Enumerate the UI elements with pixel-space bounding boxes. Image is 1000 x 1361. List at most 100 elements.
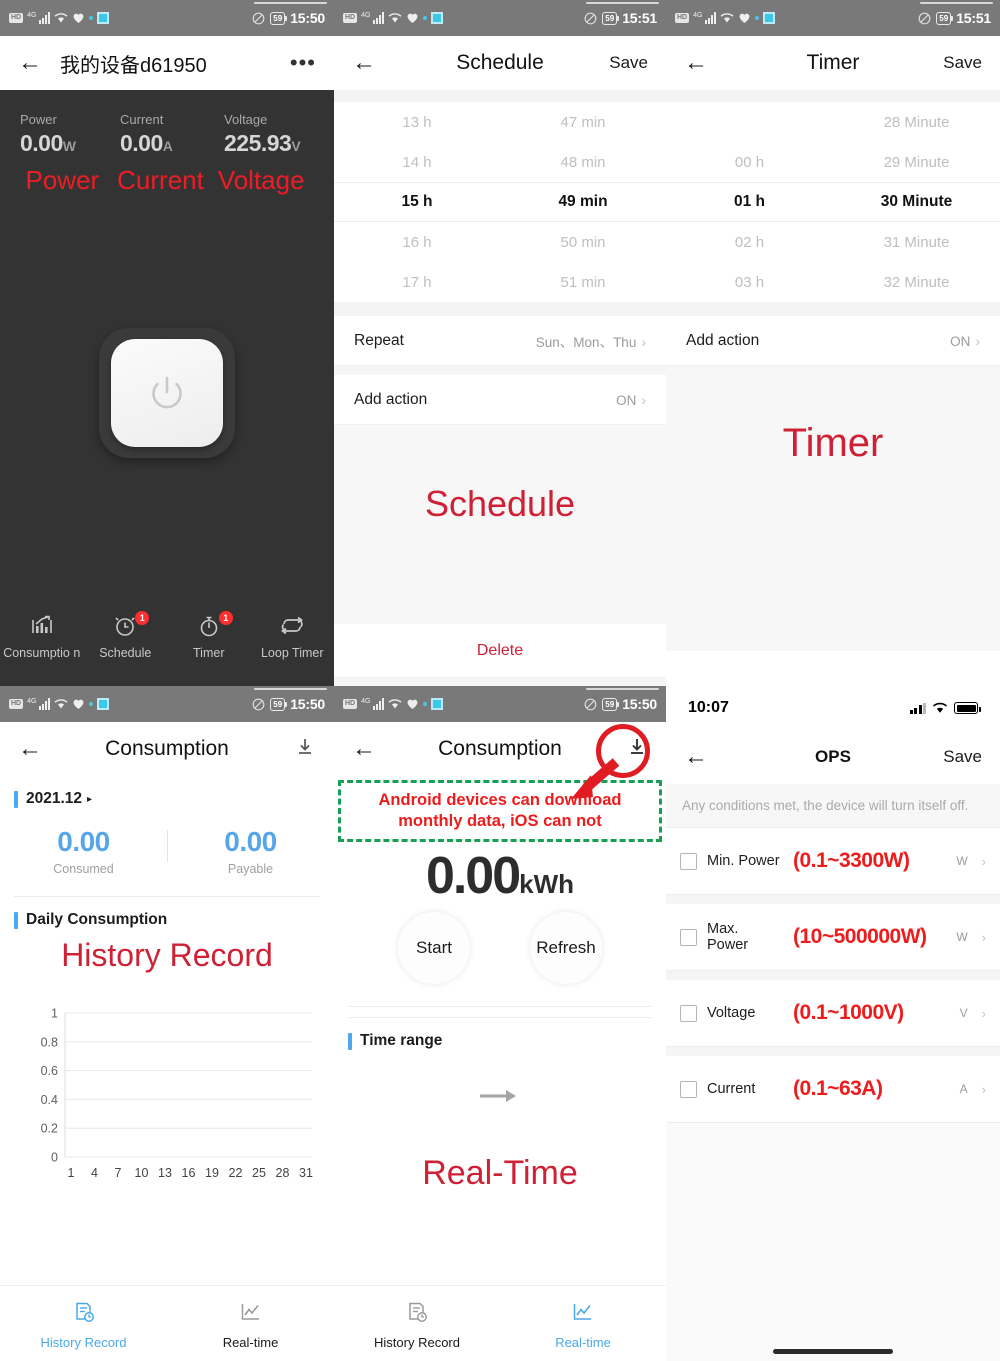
dot-icon — [89, 702, 94, 706]
ops-navbar: ← OPS Save — [666, 730, 1000, 784]
picker-row[interactable]: 28 Minute — [666, 102, 1000, 142]
tab-history-record[interactable]: History Record — [0, 1301, 167, 1350]
ops-row-max-power[interactable]: Max. Power (10~500000W) W › — [666, 904, 1000, 971]
checkbox[interactable] — [680, 852, 697, 870]
schedule-time-picker[interactable]: 13 h 47 min 14 h 48 min 15 h 49 min 16 h… — [334, 90, 666, 316]
tab-label: Real-time — [222, 1335, 279, 1350]
metric-value: 0.00A — [120, 130, 216, 157]
repeat-row[interactable]: Repeat Sun、Mon、Thu › — [334, 316, 666, 366]
ops-row-range: (0.1~63A) — [793, 1077, 883, 1100]
add-action-row[interactable]: Add action ON › — [334, 375, 666, 425]
realtime-chart-icon — [241, 1304, 259, 1320]
save-button[interactable]: Save — [609, 53, 648, 73]
hd-icon: HD — [9, 699, 24, 709]
android-status-bar: HD 4G 59 15:50 — [0, 686, 334, 722]
tab-history-record[interactable]: History Record — [334, 1301, 500, 1350]
more-options-button[interactable]: ••• — [290, 52, 316, 74]
back-button[interactable]: ← — [684, 745, 714, 769]
metric-number: 0.00 — [20, 130, 63, 156]
timer-duration-picker[interactable]: 28 Minute 00 h 29 Minute 01 h 30 Minute … — [666, 90, 1000, 316]
signal-icon — [705, 12, 717, 24]
total-consumed: 0.00 Consumed — [0, 826, 167, 876]
annotation-arrow — [571, 758, 620, 799]
delete-button[interactable]: Delete — [334, 624, 666, 678]
checkbox[interactable] — [680, 1080, 697, 1098]
picker-row-selected[interactable]: 15 h 49 min — [334, 182, 666, 222]
back-button[interactable]: ← — [352, 737, 382, 761]
wifi-icon — [55, 13, 68, 23]
picker-row[interactable]: 17 h 51 min — [334, 262, 666, 302]
overlay-label-schedule: Schedule — [424, 483, 576, 524]
back-button[interactable]: ← — [18, 737, 48, 761]
nav-item-label: Schedule — [99, 646, 152, 660]
hd-icon: HD — [343, 13, 358, 23]
checkbox[interactable] — [680, 928, 697, 946]
power-button[interactable] — [99, 328, 235, 458]
back-button[interactable]: ← — [18, 51, 48, 75]
picker-row[interactable]: 16 h 50 min — [334, 222, 666, 262]
checkbox[interactable] — [680, 1004, 697, 1022]
start-button[interactable]: Start — [398, 912, 470, 984]
dot-icon — [423, 16, 428, 20]
chart-svg: 1 0.8 0.6 0.4 0.2 0 1 4 7 10 13 16 19 22 25 28 31 — [41, 1007, 313, 1181]
page-title: Consumption — [105, 737, 229, 760]
nav-item-loop-timer[interactable]: Loop Timer — [251, 614, 335, 661]
screenshot-grid: HD 4G 59 15:50 ← 我的设备d61950 ••• Power 0.… — [0, 0, 1000, 1361]
tab-real-time[interactable]: Real-time — [167, 1301, 334, 1350]
daily-consumption-chart: History Record 1 0.8 0.6 0.4 0.2 0 1 4 7 10 13 16 1… — [0, 937, 334, 1195]
ops-row-current[interactable]: Current (0.1~63A) A › — [666, 1056, 1000, 1123]
picker-row[interactable]: 03 h 32 Minute — [666, 262, 1000, 302]
refresh-button[interactable]: Refresh — [530, 912, 602, 984]
power-icon — [152, 376, 182, 409]
realtime-chart-icon — [573, 1304, 591, 1320]
picker-bottom-shade — [334, 302, 666, 316]
panel-ops: 10:07 ← OPS Save Any conditions met, the… — [666, 686, 1000, 1361]
month-selector[interactable]: 2021.12 ▸ — [0, 776, 334, 816]
picker-row[interactable]: 00 h 29 Minute — [666, 142, 1000, 182]
ops-row-voltage[interactable]: Voltage (0.1~1000V) V › — [666, 980, 1000, 1047]
picker-row[interactable]: 02 h 31 Minute — [666, 222, 1000, 262]
metric-label: Power — [20, 112, 57, 127]
nav-item-consumption[interactable]: Consumptio n — [0, 614, 84, 661]
wifi-icon — [389, 13, 402, 23]
svg-text:22: 22 — [229, 1166, 243, 1180]
battery-icon: 59 — [270, 697, 288, 711]
picker-row[interactable]: 14 h 48 min — [334, 142, 666, 182]
signal-icon — [373, 698, 385, 710]
hd-icon: HD — [9, 13, 24, 23]
row-separator — [334, 366, 666, 375]
nav-item-timer[interactable]: 1 Timer — [167, 611, 251, 661]
svg-text:7: 7 — [115, 1166, 122, 1180]
schedule-badge: 1 — [135, 611, 150, 625]
device-navbar: ← 我的设备d61950 ••• — [0, 36, 334, 90]
save-button[interactable]: Save — [943, 747, 982, 767]
ops-row-min-power[interactable]: Min. Power (0.1~3300W) W › — [666, 828, 1000, 895]
timer-navbar: ← Timer Save — [666, 36, 1000, 90]
svg-text:0.4: 0.4 — [41, 1093, 58, 1107]
add-action-value: ON — [616, 392, 637, 408]
nav-item-schedule[interactable]: 1 Schedule — [84, 611, 168, 661]
back-button[interactable]: ← — [352, 51, 382, 75]
minute-value: 31 Minute — [883, 233, 950, 251]
app-icon — [431, 12, 444, 24]
reading-unit: kWh — [519, 869, 575, 899]
battery-icon: 59 — [602, 11, 620, 25]
picker-top-shade — [334, 90, 666, 102]
svg-text:0.6: 0.6 — [41, 1064, 58, 1078]
loop-repeat-icon — [281, 616, 304, 635]
back-button[interactable]: ← — [684, 51, 714, 75]
tab-real-time[interactable]: Real-time — [500, 1301, 666, 1350]
hour-value-selected: 15 h — [401, 193, 433, 210]
dnd-icon — [252, 12, 265, 24]
network-type-label: 4G — [361, 12, 371, 19]
minute-value: 32 Minute — [883, 273, 950, 291]
add-action-row[interactable]: Add action ON › — [666, 316, 1000, 366]
picker-bottom-shade — [666, 302, 1000, 316]
nav-item-label: Loop Timer — [260, 646, 324, 660]
panel-timer: HD 4G 59 15:51 ← Timer Save 28 Minute 00… — [666, 0, 1000, 686]
picker-row-selected[interactable]: 01 h 30 Minute — [666, 182, 1000, 222]
save-button[interactable]: Save — [943, 53, 982, 73]
row-separator — [666, 971, 1000, 980]
picker-row[interactable]: 13 h 47 min — [334, 102, 666, 142]
download-button[interactable] — [294, 736, 316, 763]
